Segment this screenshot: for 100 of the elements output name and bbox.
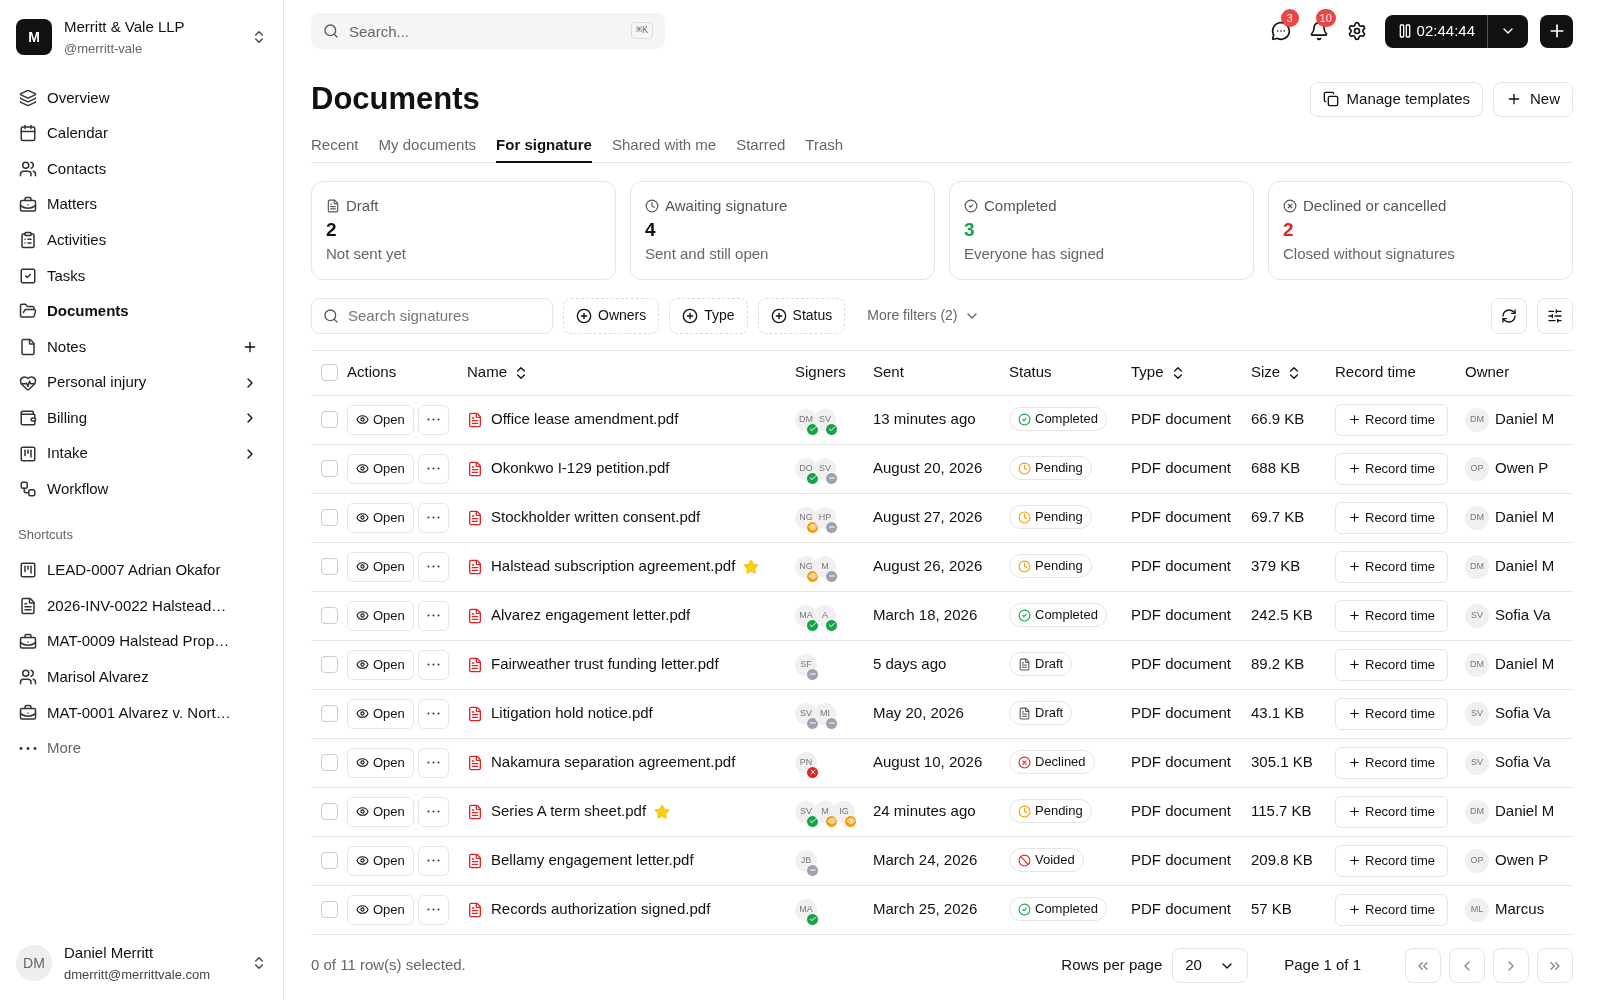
more-button[interactable]: [417, 698, 449, 729]
nav-item[interactable]: Calendar: [16, 115, 267, 152]
tab[interactable]: Trash: [805, 130, 844, 163]
open-button[interactable]: Open: [347, 551, 414, 582]
more-button[interactable]: [417, 453, 449, 484]
checkbox[interactable]: [321, 558, 338, 575]
checkbox[interactable]: [321, 803, 338, 820]
more-button[interactable]: [417, 845, 449, 876]
record-time-button[interactable]: Record time: [1335, 452, 1449, 485]
more-button[interactable]: [417, 894, 449, 925]
open-button[interactable]: Open: [347, 747, 414, 778]
column-header[interactable]: Name: [467, 361, 507, 384]
nav-item[interactable]: Tasks: [16, 257, 267, 294]
tab[interactable]: Recent: [311, 130, 359, 163]
messages-icon[interactable]: [1270, 21, 1291, 41]
open-button[interactable]: Open: [347, 698, 414, 729]
checkbox[interactable]: [321, 364, 338, 381]
checkbox[interactable]: [321, 411, 338, 428]
previous-page-button[interactable]: [1449, 948, 1485, 983]
record-time-button[interactable]: Record time: [1335, 697, 1449, 730]
checkbox[interactable]: [321, 901, 338, 918]
manage-templates-button[interactable]: Manage templates: [1309, 81, 1483, 117]
nav-item[interactable]: Documents: [16, 293, 267, 330]
shortcut-item[interactable]: LEAD-0007 Adrian Okafor: [16, 552, 267, 589]
more-button[interactable]: [417, 796, 449, 827]
checkbox[interactable]: [321, 607, 338, 624]
nav-item[interactable]: Overview: [16, 80, 267, 116]
file-name[interactable]: Series A term sheet.pdf: [491, 800, 647, 823]
file-name[interactable]: Bellamy engagement letter.pdf: [491, 849, 694, 872]
record-time-button[interactable]: Record time: [1335, 599, 1449, 632]
more-button[interactable]: [417, 600, 449, 631]
filter-chip[interactable]: Owners: [563, 297, 660, 334]
settings-icon[interactable]: [1346, 21, 1367, 41]
more-button[interactable]: [417, 747, 449, 778]
nav-item[interactable]: Billing: [16, 400, 267, 436]
search-field[interactable]: Search signatures: [311, 297, 553, 334]
new-button[interactable]: New: [1493, 81, 1573, 117]
last-page-button[interactable]: [1537, 948, 1573, 983]
more-button[interactable]: [417, 404, 449, 435]
checkbox[interactable]: [321, 705, 338, 722]
add-button[interactable]: [1540, 14, 1573, 48]
nav-item[interactable]: Workflow: [16, 471, 267, 508]
record-time-button[interactable]: Record time: [1335, 795, 1449, 828]
nav-item[interactable]: Matters: [16, 186, 267, 223]
record-time-button[interactable]: Record time: [1335, 501, 1449, 534]
next-page-button[interactable]: [1493, 948, 1529, 983]
open-button[interactable]: Open: [347, 845, 414, 876]
more-button[interactable]: [417, 551, 449, 582]
file-name[interactable]: Litigation hold notice.pdf: [491, 702, 653, 725]
record-time-button[interactable]: Record time: [1335, 550, 1449, 583]
open-button[interactable]: Open: [347, 796, 414, 827]
rows-per-page-select[interactable]: 20: [1172, 948, 1249, 983]
shortcut-item[interactable]: 2026-INV-0022 Halstead…: [16, 588, 267, 624]
nav-item[interactable]: Notes: [16, 329, 267, 365]
filter-chip[interactable]: Status: [757, 297, 846, 334]
file-name[interactable]: Okonkwo I-129 petition.pdf: [491, 457, 670, 480]
shortcut-item[interactable]: Marisol Alvarez: [16, 659, 267, 695]
column-header[interactable]: Size: [1251, 361, 1281, 384]
tab[interactable]: Starred: [736, 130, 786, 163]
open-button[interactable]: Open: [347, 894, 414, 925]
tab[interactable]: Shared with me: [611, 130, 717, 163]
record-time-button[interactable]: Record time: [1335, 844, 1449, 877]
record-time-button[interactable]: Record time: [1335, 648, 1449, 681]
file-name[interactable]: Alvarez engagement letter.pdf: [491, 604, 691, 627]
bell-icon[interactable]: [1308, 21, 1329, 41]
file-name[interactable]: Fairweather trust funding letter.pdf: [491, 653, 719, 676]
file-name[interactable]: Stockholder written consent.pdf: [491, 506, 701, 529]
shortcut-item[interactable]: MAT-0001 Alvarez v. Nort…: [16, 695, 267, 731]
record-time-button[interactable]: Record time: [1335, 746, 1449, 779]
nav-item[interactable]: Activities: [16, 222, 267, 258]
nav-item[interactable]: Contacts: [16, 151, 267, 187]
record-time-button[interactable]: Record time: [1335, 893, 1449, 926]
more-button[interactable]: [417, 502, 449, 533]
nav-item[interactable]: Personal injury: [16, 364, 267, 401]
shortcut-item[interactable]: More: [16, 730, 267, 767]
file-name[interactable]: Nakamura separation agreement.pdf: [491, 751, 736, 774]
refresh-button[interactable]: [1491, 297, 1527, 334]
first-page-button[interactable]: [1405, 948, 1441, 983]
more-button[interactable]: [417, 649, 449, 680]
more-filters-button[interactable]: More filters (2): [855, 297, 992, 334]
open-button[interactable]: Open: [347, 649, 414, 680]
checkbox[interactable]: [321, 509, 338, 526]
filter-chip[interactable]: Type: [669, 297, 748, 334]
checkbox[interactable]: [321, 852, 338, 869]
checkbox[interactable]: [321, 460, 338, 477]
column-header[interactable]: Type: [1131, 361, 1164, 384]
shortcut-item[interactable]: MAT-0009 Halstead Prop…: [16, 623, 267, 660]
file-name[interactable]: Office lease amendment.pdf: [491, 408, 679, 431]
file-name[interactable]: Halstead subscription agreement.pdf: [491, 555, 736, 578]
checkbox[interactable]: [321, 656, 338, 673]
file-name[interactable]: Records authorization signed.pdf: [491, 898, 711, 921]
open-button[interactable]: Open: [347, 453, 414, 484]
open-button[interactable]: Open: [347, 404, 414, 435]
record-time-button[interactable]: Record time: [1335, 403, 1449, 436]
checkbox[interactable]: [321, 754, 338, 771]
tab[interactable]: For signature: [496, 130, 592, 163]
open-button[interactable]: Open: [347, 600, 414, 631]
tab[interactable]: My documents: [378, 130, 477, 163]
nav-item[interactable]: Intake: [16, 435, 267, 472]
open-button[interactable]: Open: [347, 502, 414, 533]
